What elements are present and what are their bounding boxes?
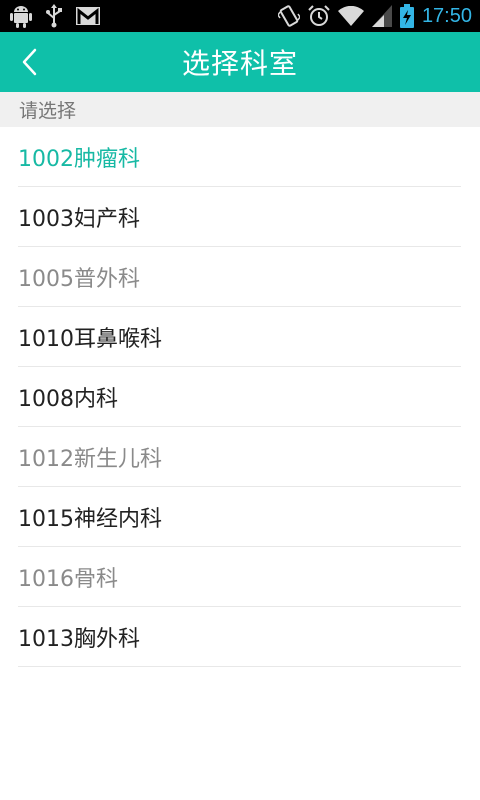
clock-time: 17:50 [421,4,472,27]
department-item[interactable]: 1010耳鼻喉科 [18,307,461,367]
android-debug-icon [10,4,32,28]
department-list: 1002肿瘤科 1003妇产科 1005普外科 1010耳鼻喉科 1008内科 … [0,127,480,667]
department-item[interactable]: 1002肿瘤科 [18,127,461,187]
department-item[interactable]: 1016骨科 [18,547,461,607]
department-item[interactable]: 1005普外科 [18,247,461,307]
vibrate-icon [277,4,300,28]
department-item[interactable]: 1008内科 [18,367,461,427]
app-bar: 选择科室 [0,32,480,92]
wifi-icon [337,6,364,26]
back-button[interactable] [8,32,52,92]
department-item[interactable]: 1012新生儿科 [18,427,461,487]
department-item[interactable]: 1003妇产科 [18,187,461,247]
department-item[interactable]: 1015神经内科 [18,487,461,547]
alarm-icon [308,5,330,27]
notification-icons [10,0,114,32]
signal-icon [371,5,392,27]
section-header: 请选择 [0,92,480,127]
chevron-left-icon [22,48,37,76]
battery-charging-icon [399,4,414,28]
gmail-icon [76,7,100,25]
department-item[interactable]: 1013胸外科 [18,607,461,667]
page-title: 选择科室 [181,47,298,80]
usb-icon [46,4,62,28]
status-bar: 17:50 [0,0,480,32]
system-icons: 17:50 [270,0,472,32]
